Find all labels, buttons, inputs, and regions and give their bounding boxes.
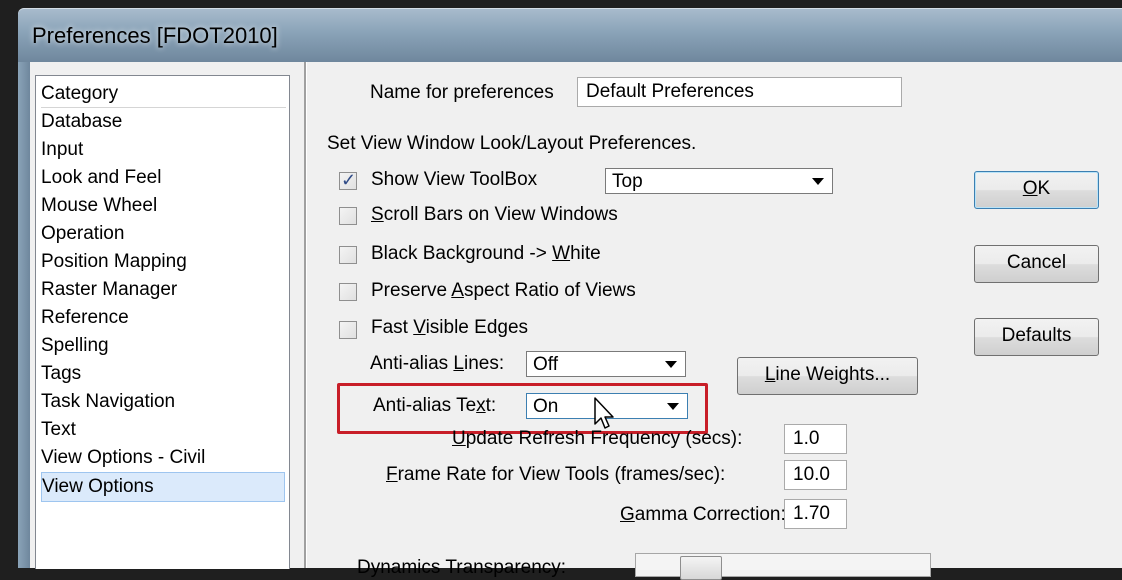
defaults-button[interactable]: Defaults [974, 318, 1099, 356]
title-bar[interactable]: Preferences [FDOT2010] [18, 8, 1122, 62]
chevron-down-icon [665, 361, 677, 368]
name-for-preferences-label: Name for preferences [370, 82, 554, 103]
cancel-button[interactable]: Cancel [974, 245, 1099, 283]
ok-button[interactable]: OK [974, 171, 1099, 209]
chevron-down-icon [812, 178, 824, 185]
category-item-look-and-feel[interactable]: Look and Feel [41, 164, 285, 192]
category-item-text[interactable]: Text [41, 416, 285, 444]
category-item-reference[interactable]: Reference [41, 304, 285, 332]
category-item-database[interactable]: Database [41, 108, 285, 136]
toolbox-position-dropdown[interactable]: Top [605, 168, 833, 194]
anti-alias-lines-label: Anti-alias Lines: [370, 353, 505, 374]
category-item-tags[interactable]: Tags [41, 360, 285, 388]
preserve-aspect-checkbox[interactable] [339, 283, 357, 301]
category-item-raster-manager[interactable]: Raster Manager [41, 276, 285, 304]
category-header: Category [41, 80, 286, 108]
black-background-label: Black Background -> White [371, 243, 601, 264]
checkmark-icon: ✓ [341, 170, 357, 190]
show-view-toolbox-checkbox[interactable]: ✓ [339, 170, 357, 190]
category-item-task-navigation[interactable]: Task Navigation [41, 388, 285, 416]
panel-divider [304, 62, 306, 568]
category-item-input[interactable]: Input [41, 136, 285, 164]
dynamics-transparency-label: Dynamics Transparency: [357, 557, 567, 578]
category-item-spelling[interactable]: Spelling [41, 332, 285, 360]
section-title: Set View Window Look/Layout Preferences. [327, 133, 697, 154]
fast-visible-edges-label: Fast Visible Edges [371, 317, 529, 338]
frame-rate-input[interactable]: 10.0 [784, 460, 847, 490]
gamma-correction-label: Gamma Correction: [620, 504, 786, 525]
name-for-preferences-input[interactable]: Default Preferences [577, 77, 902, 107]
category-item-view-options[interactable]: View Options [41, 472, 285, 502]
dynamics-transparency-slider[interactable] [635, 553, 931, 580]
category-item-view-options-civil[interactable]: View Options - Civil [41, 444, 285, 472]
black-background-checkbox[interactable] [339, 246, 357, 264]
fast-visible-edges-checkbox[interactable] [339, 321, 357, 339]
frame-rate-label: Frame Rate for View Tools (frames/sec): [386, 464, 726, 485]
category-item-position-mapping[interactable]: Position Mapping [41, 248, 285, 276]
slider-thumb[interactable] [680, 556, 722, 580]
category-item-mouse-wheel[interactable]: Mouse Wheel [41, 192, 285, 220]
update-refresh-label: Update Refresh Frequency (secs): [452, 428, 743, 449]
update-refresh-input[interactable]: 1.0 [784, 424, 847, 454]
line-weights-button[interactable]: Line Weights... [737, 357, 918, 395]
gamma-correction-input[interactable]: 1.70 [784, 499, 847, 529]
category-item-operation[interactable]: Operation [41, 220, 285, 248]
scroll-bars-label: Scroll Bars on View Windows [371, 204, 618, 225]
category-list[interactable]: Category Database Input Look and Feel Mo… [35, 75, 290, 569]
anti-alias-lines-value: Off [533, 354, 558, 375]
show-view-toolbox-label: Show View ToolBox [371, 169, 538, 190]
window-title: Preferences [FDOT2010] [32, 23, 278, 48]
preserve-aspect-label: Preserve Aspect Ratio of Views [371, 280, 636, 301]
toolbox-position-value: Top [612, 171, 643, 192]
window-frame [18, 62, 30, 568]
scroll-bars-checkbox[interactable] [339, 207, 357, 225]
anti-alias-lines-dropdown[interactable]: Off [526, 351, 686, 377]
